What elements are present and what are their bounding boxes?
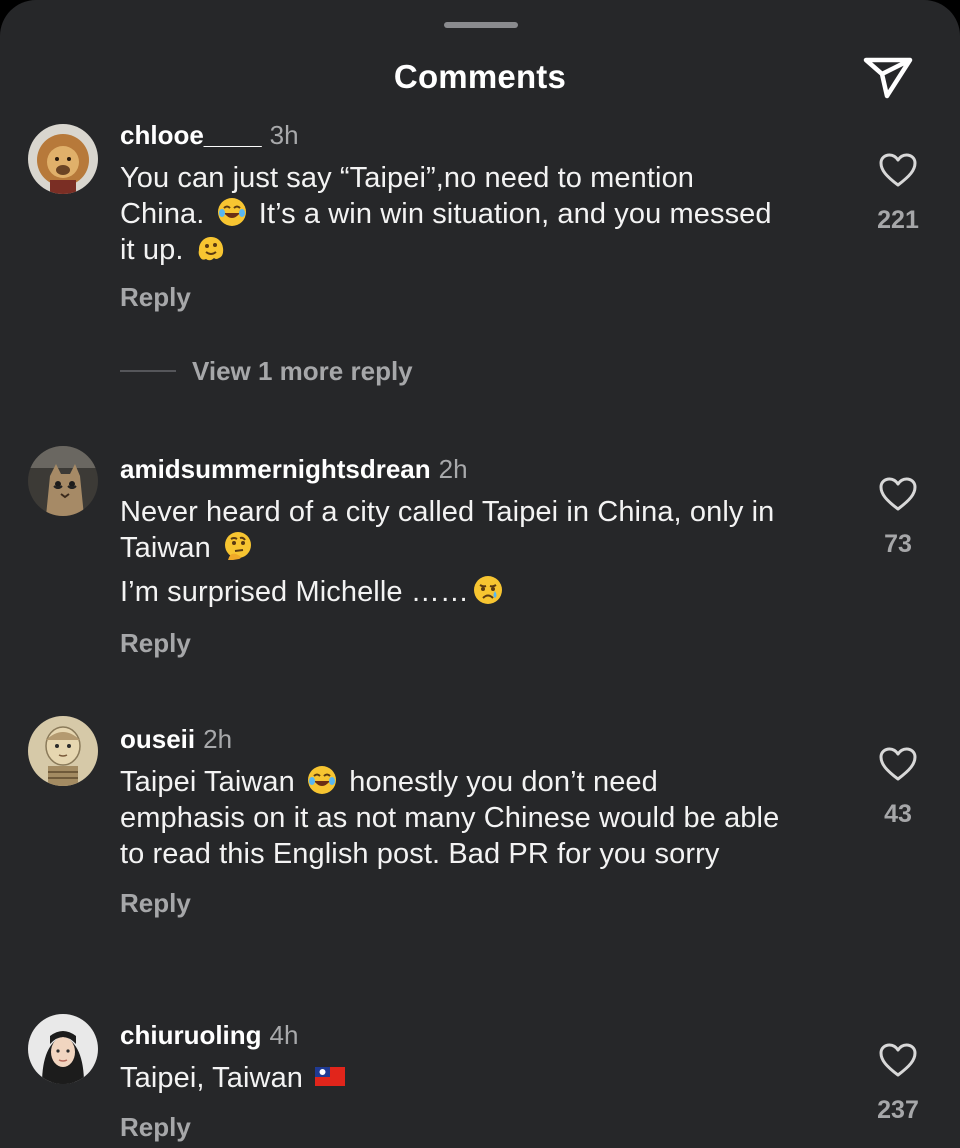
comment-text: Taipei, Taiwan xyxy=(120,1060,840,1096)
divider xyxy=(120,370,176,372)
thinking-face-emoji xyxy=(222,530,254,562)
heart-icon[interactable] xyxy=(878,476,918,512)
comment-text: Never heard of a city called Taipei in C… xyxy=(120,494,820,610)
heart-icon[interactable] xyxy=(878,746,918,782)
heart-icon[interactable] xyxy=(878,152,918,188)
view-more-replies-label: View 1 more reply xyxy=(192,355,413,386)
reply-button[interactable]: Reply xyxy=(120,628,191,659)
username[interactable]: chiuruoling xyxy=(120,1020,262,1050)
comment-meta: chlooe____ 3h xyxy=(120,120,840,150)
doll-avatar[interactable] xyxy=(28,716,98,786)
view-more-replies-button[interactable]: View 1 more reply xyxy=(120,356,413,386)
laughing-tears-emoji xyxy=(306,764,338,796)
heart-icon[interactable] xyxy=(878,1042,918,1078)
comment-meta: ouseii 2h xyxy=(120,724,840,754)
crying-face-emoji xyxy=(472,574,504,606)
like-count: 73 xyxy=(884,530,912,558)
comment-meta: amidsummernightsdrean 2h xyxy=(120,454,840,484)
comment-time: 2h xyxy=(203,724,233,754)
reply-button[interactable]: Reply xyxy=(120,282,191,313)
like-count: 237 xyxy=(877,1096,919,1124)
send-icon[interactable] xyxy=(860,52,916,102)
username[interactable]: amidsummernightsdrean xyxy=(120,454,431,484)
comment-list[interactable]: chlooe____ 3h You can just say “Taipei”,n… xyxy=(0,108,960,1148)
page-title: Comments xyxy=(393,58,567,95)
comment-text: You can just say “Taipei”,no need to men… xyxy=(120,160,780,268)
melting-face-emoji xyxy=(195,232,227,264)
comment-text-part: Never heard of a city called Taipei in C… xyxy=(120,496,775,564)
lion-avatar[interactable] xyxy=(28,124,98,194)
reply-button[interactable]: Reply xyxy=(120,1112,191,1143)
reply-button[interactable]: Reply xyxy=(120,888,191,919)
comment-time: 3h xyxy=(269,120,299,150)
comment-time: 2h xyxy=(438,454,468,484)
person-avatar[interactable] xyxy=(28,1014,98,1084)
comment-text-part: Taipei Taiwan xyxy=(120,766,295,798)
comment-meta: chiuruoling 4h xyxy=(120,1020,840,1050)
comment-text-part: Taipei, Taiwan xyxy=(120,1062,304,1094)
like-count: 43 xyxy=(884,800,912,828)
comment-time: 4h xyxy=(269,1020,299,1050)
comment-text: Taipei Taiwan honestly you don’t need em… xyxy=(120,764,790,872)
taiwan-flag-emoji xyxy=(314,1060,346,1092)
username[interactable]: ouseii xyxy=(120,724,195,754)
username[interactable]: chlooe____ xyxy=(120,120,262,150)
comment-text-part: I’m surprised Michelle …… xyxy=(120,576,469,608)
comments-sheet: Comments chlooe____ 3h You can just say … xyxy=(0,0,960,1148)
laughing-tears-emoji xyxy=(216,196,248,228)
sheet-grabber[interactable] xyxy=(444,22,518,28)
cat-avatar[interactable] xyxy=(28,446,98,516)
like-count: 221 xyxy=(877,206,919,234)
